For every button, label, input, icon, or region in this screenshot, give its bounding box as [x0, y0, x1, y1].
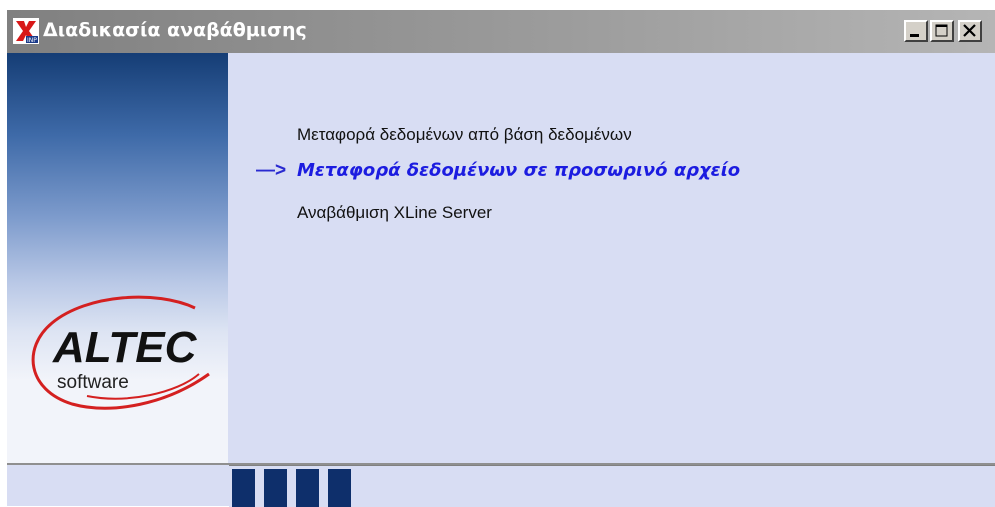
window-title: Διαδικασία αναβάθμισης [43, 19, 307, 41]
step-transfer-to-temp-file: Μεταφορά δεδομένων σε προσωρινό αρχείο [297, 160, 741, 181]
minimize-icon [910, 34, 919, 37]
progress-block [264, 469, 287, 507]
app-x-icon: INP [13, 18, 39, 44]
progress-bar [229, 465, 995, 507]
maximize-button[interactable] [930, 20, 954, 42]
svg-text:ALTEC: ALTEC [52, 323, 198, 372]
progress-block [296, 469, 319, 507]
progress-block [328, 469, 351, 507]
upgrade-window: INP Διαδικασία αναβάθμισης ALTEC softwar… [7, 10, 995, 507]
altec-logo: ALTEC software [31, 295, 210, 410]
step-transfer-from-db: Μεταφορά δεδομένων από βάση δεδομένων [297, 125, 632, 144]
close-button[interactable] [958, 20, 982, 42]
progress-block [232, 469, 255, 507]
title-bar[interactable]: INP Διαδικασία αναβάθμισης [7, 10, 995, 53]
close-icon [963, 24, 976, 37]
svg-text:software: software [57, 372, 129, 393]
side-banner: ALTEC software [7, 53, 228, 463]
minimize-button[interactable] [904, 20, 928, 42]
maximize-icon [935, 24, 948, 37]
wizard-content: ALTEC software Μεταφορά δεδομένων από βά… [7, 53, 995, 507]
step-upgrade-xline-server: Αναβάθμιση XLine Server [297, 203, 492, 222]
current-step-arrow: —> [256, 160, 287, 181]
svg-text:INP: INP [27, 37, 37, 44]
